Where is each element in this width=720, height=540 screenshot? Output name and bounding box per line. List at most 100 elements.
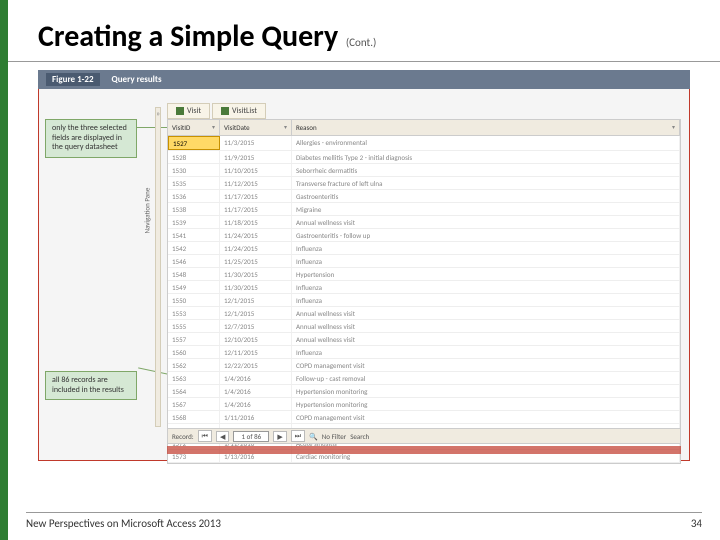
cell-visitid[interactable]: 1536 <box>168 190 220 202</box>
chevron-down-icon[interactable]: ▾ <box>284 123 287 131</box>
nav-first-button[interactable]: ⏮ <box>198 430 212 442</box>
cell-reason[interactable]: Hypertension monitoring <box>292 385 680 397</box>
cell-visitdate[interactable]: 1/11/2016 <box>220 411 292 423</box>
cell-visitid[interactable]: 1527 <box>168 136 220 150</box>
cell-visitid[interactable]: 1546 <box>168 255 220 267</box>
cell-visitdate[interactable]: 11/24/2015 <box>220 242 292 254</box>
table-row[interactable]: 15671/4/2016Hypertension monitoring <box>168 398 680 411</box>
nav-prev-button[interactable]: ◀ <box>216 431 229 442</box>
cell-reason[interactable]: Annual wellness visit <box>292 333 680 345</box>
table-row[interactable]: 153611/17/2015Gastroenteritis <box>168 190 680 203</box>
cell-visitdate[interactable]: 11/30/2015 <box>220 281 292 293</box>
cell-visitdate[interactable]: 11/17/2015 <box>220 190 292 202</box>
cell-reason[interactable]: Influenza <box>292 294 680 306</box>
cell-visitid[interactable]: 1535 <box>168 177 220 189</box>
cell-reason[interactable]: COPD management visit <box>292 359 680 371</box>
cell-visitid[interactable]: 1550 <box>168 294 220 306</box>
cell-visitid[interactable]: 1562 <box>168 359 220 371</box>
table-row[interactable]: 153011/10/2015Seborrheic dermatitis <box>168 164 680 177</box>
cell-visitid[interactable]: 1568 <box>168 411 220 423</box>
nav-last-button[interactable]: ⏭ <box>291 430 305 442</box>
cell-visitdate[interactable]: 1/4/2016 <box>220 372 292 384</box>
table-row[interactable]: 155012/1/2015Influenza <box>168 294 680 307</box>
cell-visitid[interactable]: 1557 <box>168 333 220 345</box>
cell-visitid[interactable]: 1538 <box>168 203 220 215</box>
cell-visitid[interactable]: 1548 <box>168 268 220 280</box>
cell-visitid[interactable]: 1567 <box>168 398 220 410</box>
cell-visitdate[interactable]: 1/4/2016 <box>220 385 292 397</box>
table-row[interactable]: 154811/30/2015Hypertension <box>168 268 680 281</box>
table-row[interactable]: 156212/22/2015COPD management visit <box>168 359 680 372</box>
search-label[interactable]: Search <box>350 432 369 441</box>
cell-visitdate[interactable]: 1/4/2016 <box>220 398 292 410</box>
cell-visitid[interactable]: 1541 <box>168 229 220 241</box>
cell-visitid[interactable]: 1542 <box>168 242 220 254</box>
cell-reason[interactable]: Transverse fracture of left ulna <box>292 177 680 189</box>
column-header-reason[interactable]: Reason▾ <box>292 120 680 135</box>
table-row[interactable]: 15681/11/2016COPD management visit <box>168 411 680 424</box>
table-row[interactable]: 155312/1/2015Annual wellness visit <box>168 307 680 320</box>
cell-reason[interactable]: Hypertension <box>292 268 680 280</box>
table-row[interactable]: 155512/7/2015Annual wellness visit <box>168 320 680 333</box>
table-row[interactable]: 156012/11/2015Influenza <box>168 346 680 359</box>
cell-visitdate[interactable]: 11/10/2015 <box>220 164 292 176</box>
cell-reason[interactable]: Annual wellness visit <box>292 216 680 228</box>
cell-visitdate[interactable]: 12/10/2015 <box>220 333 292 345</box>
tab-visitlist[interactable]: VisitList <box>212 103 266 119</box>
table-row[interactable]: 154611/25/2015Influenza <box>168 255 680 268</box>
cell-visitid[interactable]: 1539 <box>168 216 220 228</box>
cell-visitdate[interactable]: 11/17/2015 <box>220 203 292 215</box>
cell-visitdate[interactable]: 12/1/2015 <box>220 294 292 306</box>
cell-reason[interactable]: Influenza <box>292 346 680 358</box>
cell-visitid[interactable]: 1553 <box>168 307 220 319</box>
cell-reason[interactable]: Hypertension monitoring <box>292 398 680 410</box>
cell-visitdate[interactable]: 12/7/2015 <box>220 320 292 332</box>
filter-icon[interactable]: 🔍 <box>309 432 318 441</box>
table-row[interactable]: 15631/4/2016Follow-up - cast removal <box>168 372 680 385</box>
cell-visitdate[interactable]: 11/30/2015 <box>220 268 292 280</box>
cell-reason[interactable]: Allergies - environmental <box>292 136 680 150</box>
table-row[interactable]: 15641/4/2016Hypertension monitoring <box>168 385 680 398</box>
nav-pane-collapsed[interactable] <box>155 107 161 427</box>
cell-reason[interactable]: Migraine <box>292 203 680 215</box>
cell-visitdate[interactable]: 11/3/2015 <box>220 136 292 150</box>
cell-visitdate[interactable]: 11/25/2015 <box>220 255 292 267</box>
table-row[interactable]: 152811/9/2015Diabetes mellitis Type 2 - … <box>168 151 680 164</box>
chevron-down-icon[interactable]: ▾ <box>212 123 215 131</box>
column-header-visitdate[interactable]: VisitDate▾ <box>220 120 292 135</box>
table-row[interactable]: 154911/30/2015Influenza <box>168 281 680 294</box>
cell-visitdate[interactable]: 11/9/2015 <box>220 151 292 163</box>
cell-visitdate[interactable]: 11/24/2015 <box>220 229 292 241</box>
cell-reason[interactable]: COPD management visit <box>292 411 680 423</box>
column-header-visitid[interactable]: VisitID▾ <box>168 120 220 135</box>
table-row[interactable]: 153811/17/2015Migraine <box>168 203 680 216</box>
cell-reason[interactable]: Gastroenteritis <box>292 190 680 202</box>
cell-visitdate[interactable]: 12/22/2015 <box>220 359 292 371</box>
cell-reason[interactable]: Influenza <box>292 242 680 254</box>
record-position[interactable]: 1 of 86 <box>233 431 269 442</box>
cell-reason[interactable]: Annual wellness visit <box>292 307 680 319</box>
cell-reason[interactable]: Influenza <box>292 281 680 293</box>
cell-visitid[interactable]: 1555 <box>168 320 220 332</box>
cell-visitid[interactable]: 1563 <box>168 372 220 384</box>
cell-reason[interactable]: Influenza <box>292 255 680 267</box>
table-row[interactable]: 154211/24/2015Influenza <box>168 242 680 255</box>
nav-next-button[interactable]: ▶ <box>273 431 286 442</box>
cell-visitdate[interactable]: 11/12/2015 <box>220 177 292 189</box>
table-row[interactable]: 152711/3/2015Allergies - environmental <box>168 136 680 151</box>
cell-visitid[interactable]: 1560 <box>168 346 220 358</box>
cell-visitid[interactable]: 1528 <box>168 151 220 163</box>
tab-visit[interactable]: Visit <box>167 103 210 119</box>
table-row[interactable]: 153911/18/2015Annual wellness visit <box>168 216 680 229</box>
cell-visitid[interactable]: 1549 <box>168 281 220 293</box>
cell-reason[interactable]: Gastroenteritis - follow up <box>292 229 680 241</box>
chevron-down-icon[interactable]: ▾ <box>672 123 675 131</box>
cell-reason[interactable]: Follow-up - cast removal <box>292 372 680 384</box>
cell-visitid[interactable]: 1530 <box>168 164 220 176</box>
table-row[interactable]: 153511/12/2015Transverse fracture of lef… <box>168 177 680 190</box>
cell-visitdate[interactable]: 11/18/2015 <box>220 216 292 228</box>
cell-reason[interactable]: Seborrheic dermatitis <box>292 164 680 176</box>
cell-reason[interactable]: Diabetes mellitis Type 2 - initial diagn… <box>292 151 680 163</box>
cell-visitid[interactable]: 1564 <box>168 385 220 397</box>
cell-visitdate[interactable]: 12/1/2015 <box>220 307 292 319</box>
